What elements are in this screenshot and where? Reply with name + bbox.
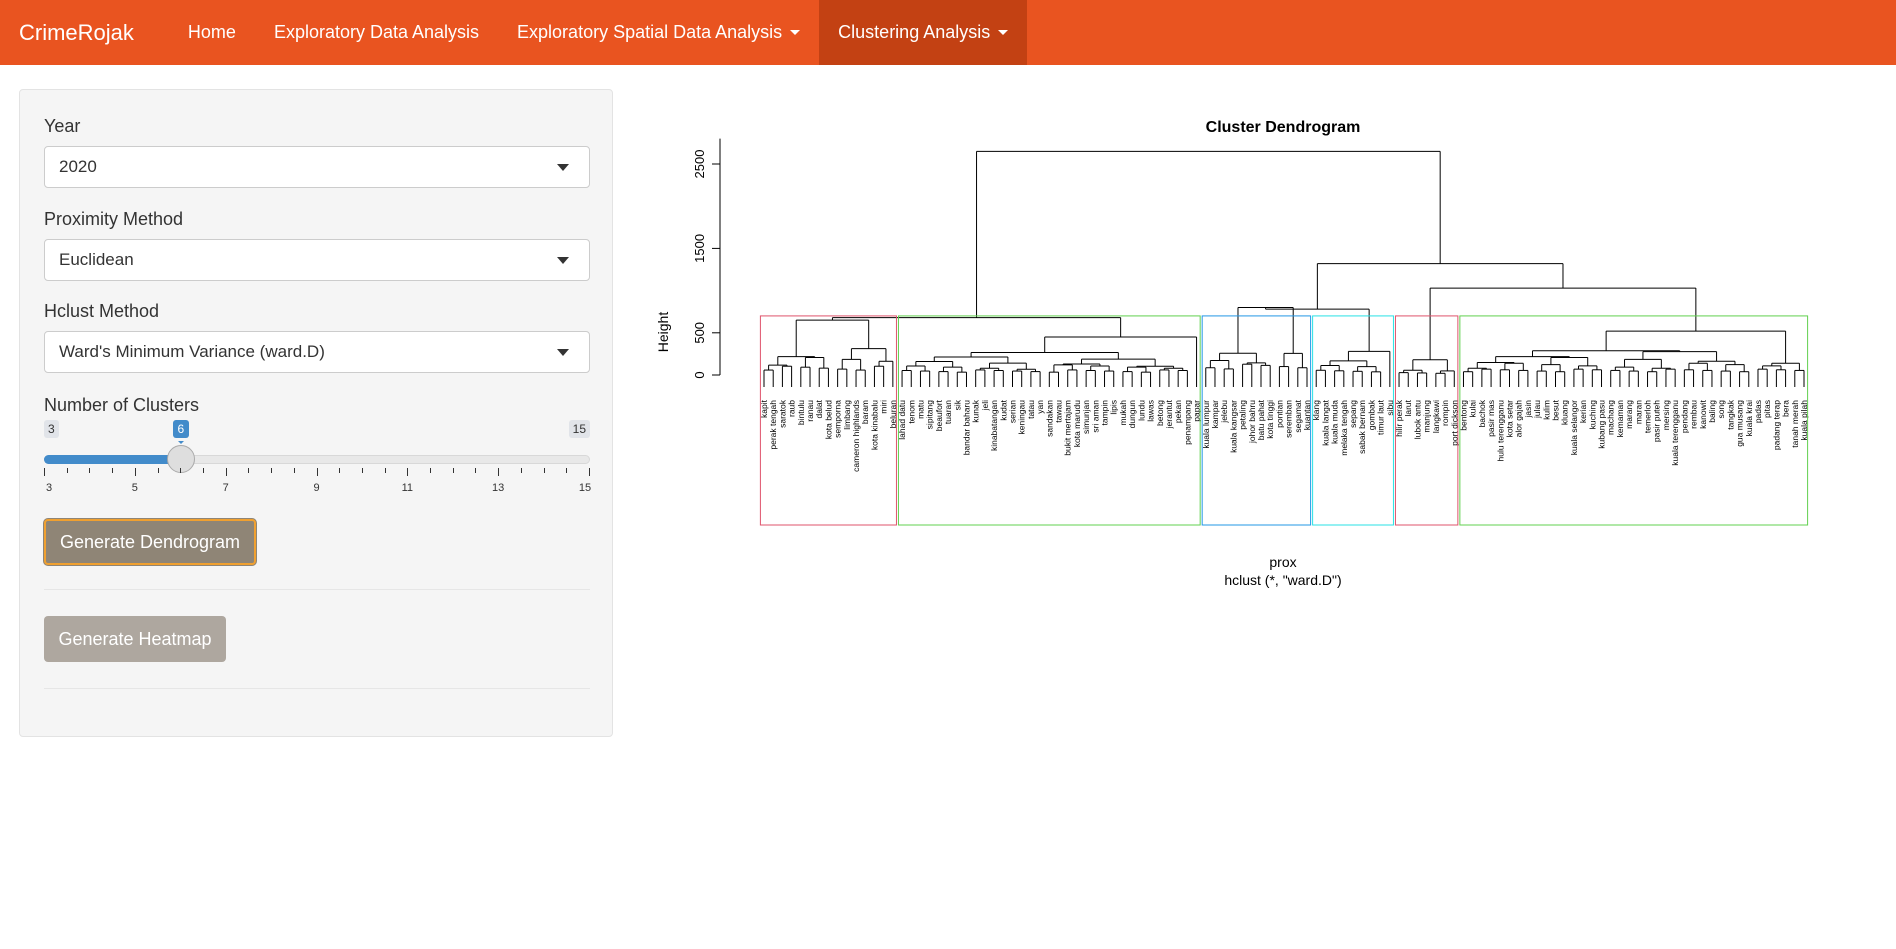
caret-down-icon (790, 30, 801, 35)
slider-tick-label: 11 (401, 482, 414, 494)
slider-tick (589, 468, 590, 476)
navbar: CrimeRojak Home Exploratory Data Analysi… (0, 0, 1896, 65)
slider-tick (361, 468, 363, 473)
year-select[interactable]: 2020 (44, 146, 590, 188)
hclust-value: Ward's Minimum Variance (ward.D) (59, 342, 325, 361)
year-value: 2020 (59, 157, 97, 176)
y-tick-label: 1500 (692, 234, 707, 263)
nav-eda-label: Exploratory Data Analysis (273, 22, 480, 42)
divider (44, 688, 590, 689)
slider-tick (225, 468, 227, 476)
x-axis-subtitle: hclust (*, "ward.D") (1224, 572, 1341, 588)
nav-home[interactable]: Home (169, 0, 255, 65)
sidebar-panel: Year 2020 Proximity Method Euclidean Hcl… (19, 89, 613, 737)
slider-tick (202, 468, 204, 473)
slider-tick (430, 468, 432, 473)
slider-value: 6 (172, 420, 190, 444)
slider-tick (543, 468, 545, 473)
slider-tick (316, 468, 318, 476)
nav-esda-label: Exploratory Spatial Data Analysis (517, 22, 783, 42)
slider-tick-label: 13 (492, 482, 505, 494)
slider-tick (520, 468, 522, 473)
chart-title: Cluster Dendrogram (1206, 119, 1361, 136)
clusters-slider[interactable]: 3 15 6 3 5 7 9 11 13 15 (44, 420, 592, 500)
slider-tick (66, 468, 68, 473)
nav-clustering-label: Clustering Analysis (838, 22, 991, 42)
nav-esda-dropdown[interactable]: Exploratory Spatial Data Analysis (498, 0, 819, 65)
proximity-label: Proximity Method (44, 209, 184, 229)
dropdown-arrow-icon (557, 349, 569, 356)
slider-tick-label: 7 (222, 482, 229, 494)
generate-dendrogram-button[interactable]: Generate Dendrogram (44, 519, 256, 565)
y-axis: 0 500 1500 2500 (692, 138, 721, 379)
dendrogram-plot: Cluster Dendrogram Height prox hclust (*… (640, 100, 1870, 620)
proximity-value: Euclidean (59, 250, 134, 269)
divider (44, 589, 590, 590)
slider-min: 3 (44, 420, 59, 438)
slider-tick (407, 468, 409, 476)
slider-tick (134, 468, 136, 476)
slider-tick (293, 468, 295, 473)
slider-tick-label: 3 (45, 482, 53, 494)
slider-tick (475, 468, 477, 473)
slider-tick (248, 468, 250, 473)
slider-tick (566, 468, 568, 473)
nav-eda[interactable]: Exploratory Data Analysis (255, 0, 498, 65)
nav-home-label: Home (187, 22, 236, 42)
slider-ticks: 3 5 7 9 11 13 15 (44, 468, 592, 498)
slider-tick (384, 468, 386, 473)
nav-clustering-dropdown[interactable]: Clustering Analysis (819, 0, 1028, 65)
slider-tick-label: 5 (131, 482, 138, 494)
x-axis-label: prox (1269, 554, 1296, 570)
generate-heatmap-button[interactable]: Generate Heatmap (44, 616, 226, 662)
dropdown-arrow-icon (557, 257, 569, 264)
leaf-labels: kapit perak tengah saratok raub bintulu ranau… (759, 399, 1809, 472)
slider-tick (112, 468, 114, 473)
dendrogram-svg: Cluster Dendrogram Height prox hclust (*… (655, 119, 1809, 588)
y-axis-label: Height (655, 312, 671, 353)
dropdown-arrow-icon (557, 164, 569, 171)
caret-down-icon (998, 30, 1009, 35)
y-tick-label: 0 (692, 371, 707, 378)
slider-tick (452, 468, 454, 473)
slider-tick-label: 9 (313, 482, 320, 494)
year-label: Year (44, 116, 81, 136)
slider-tick (339, 468, 341, 473)
slider-tick (157, 468, 159, 473)
y-tick-label: 500 (692, 322, 707, 344)
clusters-label: Number of Clusters (44, 395, 200, 415)
slider-tick (271, 468, 273, 473)
y-tick-label: 2500 (692, 150, 707, 179)
dendrogram-links (763, 150, 1805, 387)
hclust-select[interactable]: Ward's Minimum Variance (ward.D) (44, 331, 590, 373)
slider-tick (180, 468, 182, 473)
brand-logo[interactable]: CrimeRojak (0, 0, 153, 65)
slider-max: 15 (568, 420, 590, 438)
slider-tick (498, 468, 500, 476)
slider-tick (89, 468, 91, 473)
hclust-label: Hclust Method (44, 301, 160, 321)
slider-fill (44, 455, 181, 464)
slider-tick (44, 468, 45, 476)
slider-tick-label: 15 (578, 482, 592, 494)
proximity-select[interactable]: Euclidean (44, 239, 590, 281)
